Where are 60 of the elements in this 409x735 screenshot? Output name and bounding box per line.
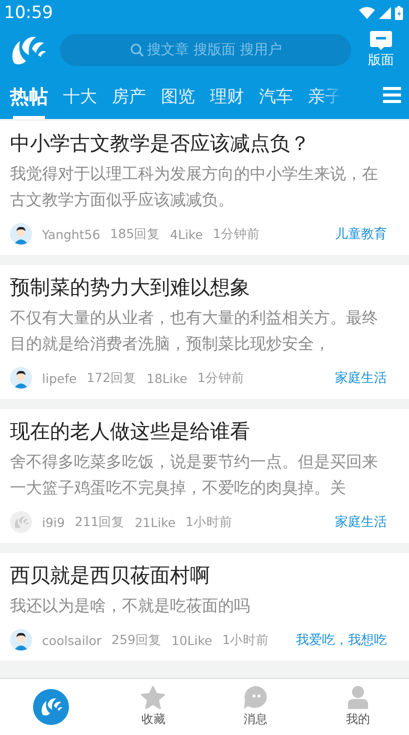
reply-count: 211回复 bbox=[74, 514, 125, 530]
category-tab[interactable]: 图览 bbox=[161, 75, 195, 119]
menu-icon[interactable] bbox=[383, 87, 401, 103]
board-link[interactable]: 我爱吃，我想吃 bbox=[296, 631, 387, 649]
author-name: Yanght56 bbox=[42, 226, 100, 242]
post-time: 1分钟前 bbox=[212, 226, 260, 242]
reply-count: 185回复 bbox=[110, 226, 160, 242]
post-title: 现在的老人做这些是给谁看 bbox=[10, 418, 251, 445]
post-excerpt: 不仅有大量的从业者，也有大量的利益相关方。最终目的就是给消费者洗脑，预制菜比现炒安全， bbox=[10, 307, 379, 355]
author-name: lipefe bbox=[42, 370, 77, 386]
wifi-icon bbox=[359, 6, 375, 18]
board-button[interactable]: 版面 bbox=[363, 31, 399, 69]
post-title: 预制菜的势力大到难以想象 bbox=[10, 274, 251, 301]
author-name: coolsailor bbox=[42, 632, 102, 648]
board-link[interactable]: 家庭生活 bbox=[335, 369, 387, 387]
nav-tab[interactable]: 消息 bbox=[204, 679, 307, 735]
star-icon bbox=[141, 686, 166, 709]
person-icon bbox=[348, 686, 368, 709]
chat-icon bbox=[244, 686, 268, 709]
post-card[interactable]: 预制菜的势力大到难以想象 不仅有大量的从业者，也有大量的利益相关方。最终目的就是给消费者洗脑，预制菜比现炒安全， lipefe 172回复 18Like 1分钟前 家庭生活 bbox=[0, 265, 409, 399]
category-tab[interactable]: 理财 bbox=[210, 75, 244, 119]
reply-count: 172回复 bbox=[86, 370, 137, 386]
post-title: 中小学古文教学是否应该减点负？ bbox=[10, 130, 311, 157]
signal-icon bbox=[379, 6, 391, 18]
search-icon bbox=[130, 43, 144, 57]
post-card[interactable]: 现在的老人做这些是给谁看 舍不得多吃菜多吃饭，说是要节约一点。但是买回来一大篮子鸡蛋吃不完臭掉，不爱吃的肉臭掉。关 i9i9 211回复 21Like 1小时前 家庭生活 bbox=[0, 409, 409, 543]
post-excerpt: 我还以为是啥，不就是吃莜面的吗 bbox=[10, 595, 251, 617]
like-count: 4Like bbox=[170, 226, 203, 242]
reply-count: 259回复 bbox=[112, 632, 162, 648]
post-excerpt: 舍不得多吃菜多吃饭，说是要节约一点。但是买回来一大篮子鸡蛋吃不完臭掉，不爱吃的肉臭掉。关 bbox=[10, 451, 379, 499]
post-card[interactable]: 西贝就是西贝莜面村啊 我还以为是啥，不就是吃莜面的吗 coolsailor 259回复 10Like 1小时前 我爱吃，我想吃 bbox=[0, 553, 409, 661]
avatar-icon bbox=[10, 511, 32, 533]
post-time: 1小时前 bbox=[186, 514, 232, 530]
author-name: i9i9 bbox=[42, 514, 65, 530]
avatar-icon bbox=[10, 629, 32, 651]
post-card[interactable]: 中小学古文教学是否应该减点负？ 我觉得对于以理工科为发展方向的中小学生来说，在古文教学方面似乎应该减减负。 Yanght56 185回复 4Like 1分钟前 儿童教育 bbox=[0, 121, 409, 255]
logo-icon bbox=[33, 689, 70, 725]
post-excerpt: 我觉得对于以理工科为发展方向的中小学生来说，在古文教学方面似乎应该减减负。 bbox=[10, 163, 379, 211]
nav-tab[interactable]: 收藏 bbox=[102, 679, 204, 735]
post-time: 1分钟前 bbox=[197, 370, 244, 386]
post-time: 1小时前 bbox=[222, 632, 270, 648]
battery-icon bbox=[395, 6, 403, 20]
status-time: 10:59 bbox=[4, 2, 53, 22]
category-tab[interactable]: 汽车 bbox=[259, 75, 293, 119]
search-field[interactable]: 搜文章 搜版面 搜用户 bbox=[60, 34, 351, 66]
logo-icon[interactable] bbox=[10, 34, 48, 66]
post-title: 西贝就是西贝莜面村啊 bbox=[10, 562, 211, 589]
like-count: 10Like bbox=[171, 632, 212, 648]
category-tab[interactable]: 十大 bbox=[63, 75, 97, 119]
category-tab[interactable]: 房产 bbox=[112, 75, 146, 119]
like-count: 18Like bbox=[146, 370, 188, 386]
category-tab[interactable]: 热帖 bbox=[10, 75, 48, 119]
board-icon bbox=[370, 31, 392, 51]
like-count: 21Like bbox=[134, 514, 176, 530]
category-tab[interactable]: 亲子 bbox=[308, 75, 342, 119]
avatar-icon bbox=[10, 223, 32, 245]
board-link[interactable]: 家庭生活 bbox=[335, 513, 387, 531]
nav-tab[interactable]: 我的 bbox=[306, 679, 409, 735]
board-link[interactable]: 儿童教育 bbox=[335, 225, 387, 243]
avatar-icon bbox=[10, 367, 32, 389]
